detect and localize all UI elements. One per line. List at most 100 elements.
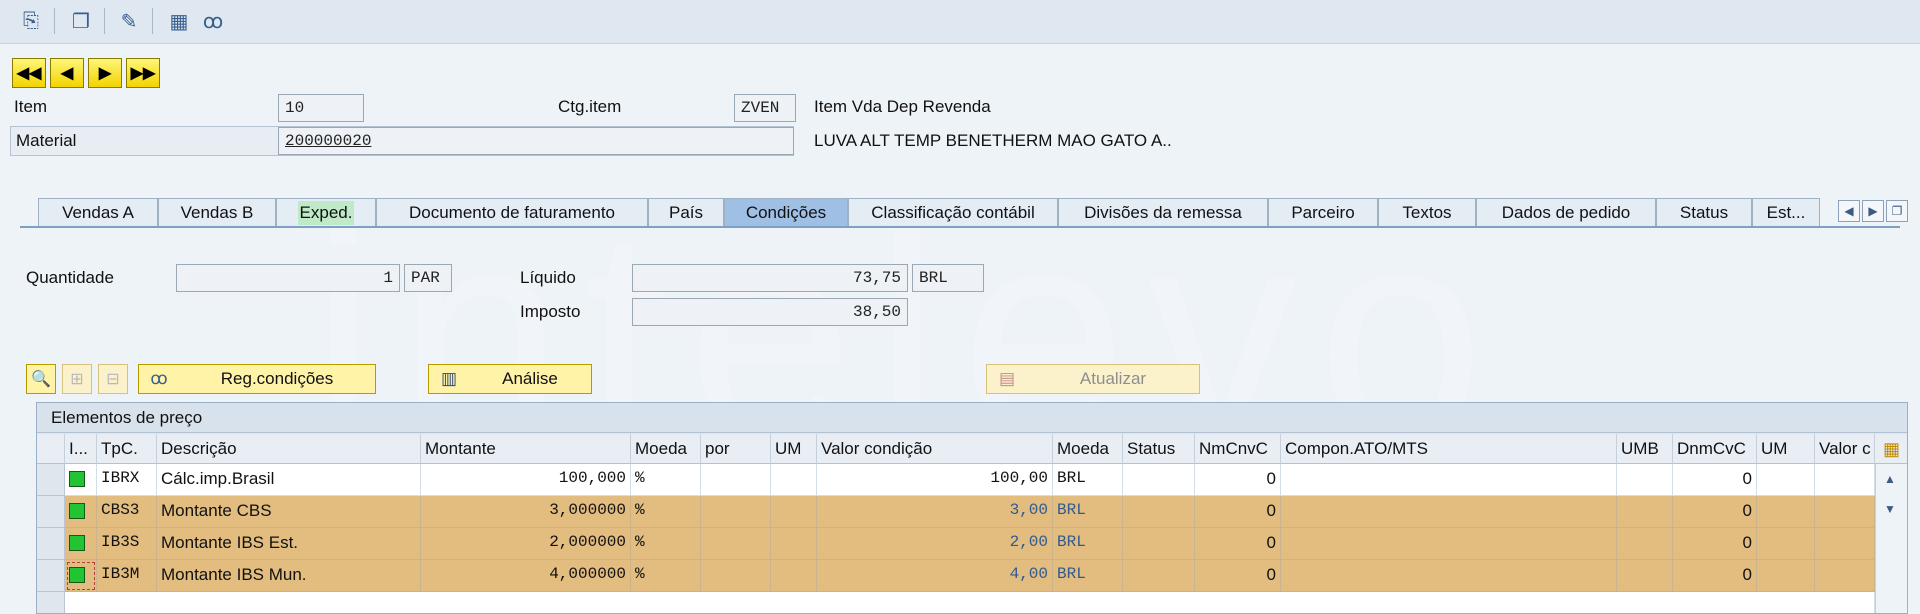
column-header[interactable]: UMB: [1617, 434, 1673, 464]
condition-type-cell[interactable]: IB3M: [97, 560, 157, 592]
column-header[interactable]: TpC.: [97, 434, 157, 464]
tab-exped[interactable]: Exped.: [276, 198, 376, 226]
tab-vendas-b[interactable]: Vendas B: [158, 198, 276, 226]
tab-divisoes-remessa[interactable]: Divisões da remessa: [1058, 198, 1268, 226]
table-row[interactable]: IB3S Montante IBS Est. 2,000000 % 2,00 B…: [37, 528, 1875, 560]
calculator-icon[interactable]: ▦: [164, 6, 194, 36]
copy-doc-icon[interactable]: ⎘: [16, 6, 46, 36]
amount-cell[interactable]: 3,000000: [421, 496, 631, 528]
condition-detail-icon[interactable]: 🔍: [26, 364, 56, 394]
amount-cell[interactable]: 2,000000: [421, 528, 631, 560]
table-row[interactable]: IBRX Cálc.imp.Brasil 100,000 % 100,00 BR…: [37, 464, 1875, 496]
tab-scroll-right-icon[interactable]: ▶: [1862, 200, 1884, 222]
atualizar-button[interactable]: ▤ Atualizar: [986, 364, 1200, 394]
amount-cell[interactable]: 4,000000: [421, 560, 631, 592]
liquido-currency-field[interactable]: BRL: [912, 264, 984, 292]
column-header[interactable]: NmCnvC: [1195, 434, 1281, 464]
column-header[interactable]: UM: [771, 434, 817, 464]
row-selector[interactable]: [37, 464, 65, 496]
tab-est[interactable]: Est...: [1752, 198, 1820, 226]
column-header[interactable]: UM: [1757, 434, 1815, 464]
tab-strip-line: [20, 226, 1900, 228]
prev-item-button[interactable]: ◀: [50, 58, 84, 88]
ctg-item-field[interactable]: ZVEN: [734, 94, 796, 122]
next-item-button[interactable]: ▶: [88, 58, 122, 88]
per-cell[interactable]: [701, 496, 771, 528]
condition-value-cell: 4,00: [817, 560, 1053, 592]
quantidade-field[interactable]: 1: [176, 264, 400, 292]
glasses-icon[interactable]: ꝏ: [198, 6, 228, 36]
edit-doc-icon[interactable]: ✎: [114, 6, 144, 36]
scroll-up-icon[interactable]: ▲: [1884, 472, 1896, 486]
table-row[interactable]: [37, 592, 1875, 613]
currency-cell[interactable]: %: [631, 496, 701, 528]
column-header[interactable]: I...: [65, 434, 97, 464]
row-selector-header[interactable]: [37, 434, 65, 464]
tab-list-icon[interactable]: ❐: [1886, 200, 1908, 222]
column-header[interactable]: por: [701, 434, 771, 464]
last-item-button[interactable]: ▶▶: [126, 58, 160, 88]
material-label: Material: [16, 131, 77, 150]
display-doc-icon[interactable]: ❐: [66, 6, 96, 36]
tab-classificacao-contabil[interactable]: Classificação contábil: [848, 198, 1058, 226]
column-header[interactable]: Descrição: [157, 434, 421, 464]
condition-type-cell[interactable]: IBRX: [97, 464, 157, 496]
per-cell[interactable]: [701, 528, 771, 560]
first-item-button[interactable]: ◀◀: [12, 58, 46, 88]
table-row[interactable]: CBS3 Montante CBS 3,000000 % 3,00 BRL 0 …: [37, 496, 1875, 528]
condition-type-cell[interactable]: IB3S: [97, 528, 157, 560]
material-field[interactable]: 200000020: [278, 127, 794, 155]
tab-parceiro[interactable]: Parceiro: [1268, 198, 1378, 226]
row-selector[interactable]: [37, 528, 65, 560]
insert-row-icon[interactable]: ⊞: [62, 364, 92, 394]
tab-textos[interactable]: Textos: [1378, 198, 1476, 226]
column-header[interactable]: Moeda: [1053, 434, 1123, 464]
currency-cell[interactable]: %: [631, 528, 701, 560]
atualizar-label: Atualizar: [1079, 369, 1147, 388]
um-cell[interactable]: [771, 560, 817, 592]
column-header[interactable]: DnmCvC: [1673, 434, 1757, 464]
um-cell[interactable]: [771, 464, 817, 496]
um-cell: [1757, 560, 1815, 592]
column-header[interactable]: Status: [1123, 434, 1195, 464]
description-cell: Montante IBS Mun.: [157, 560, 421, 592]
scroll-down-icon[interactable]: ▼: [1884, 502, 1896, 516]
row-selector[interactable]: [37, 560, 65, 592]
ctg-item-label: Ctg.item: [558, 97, 622, 116]
row-selector[interactable]: [37, 592, 65, 613]
tab-pais[interactable]: País: [648, 198, 724, 226]
column-header[interactable]: Moeda: [631, 434, 701, 464]
um-cell[interactable]: [771, 528, 817, 560]
tab-vendas-a[interactable]: Vendas A: [38, 198, 158, 226]
reg-condicoes-button[interactable]: ꝏ Reg.condições: [138, 364, 376, 394]
currency-cell[interactable]: %: [631, 464, 701, 496]
analise-button[interactable]: ▥ Análise: [428, 364, 592, 394]
liquido-field[interactable]: 73,75: [632, 264, 908, 292]
per-cell[interactable]: [701, 464, 771, 496]
tab-documento-faturamento[interactable]: Documento de faturamento: [376, 198, 648, 226]
um-cell[interactable]: [771, 496, 817, 528]
currency-cell[interactable]: %: [631, 560, 701, 592]
imposto-field[interactable]: 38,50: [632, 298, 908, 326]
column-header[interactable]: Compon.ATO/MTS: [1281, 434, 1617, 464]
item-field[interactable]: 10: [278, 94, 364, 122]
per-cell[interactable]: [701, 560, 771, 592]
delete-row-icon[interactable]: ⊟: [98, 364, 128, 394]
column-header[interactable]: Montante: [421, 434, 631, 464]
tab-exped-label: Exped.: [297, 200, 355, 225]
grid-vertical-scrollbar[interactable]: ▲ ▼: [1875, 464, 1907, 613]
condition-type-cell[interactable]: CBS3: [97, 496, 157, 528]
tab-dados-pedido[interactable]: Dados de pedido: [1476, 198, 1656, 226]
table-row[interactable]: IB3M Montante IBS Mun. 4,000000 % 4,00 B…: [37, 560, 1875, 592]
quantidade-unit-field[interactable]: PAR: [404, 264, 452, 292]
column-settings-icon[interactable]: ▦: [1875, 434, 1907, 464]
tab-scroll-left-icon[interactable]: ◀: [1838, 200, 1860, 222]
compon-cell: [1281, 496, 1617, 528]
amount-cell[interactable]: 100,000: [421, 464, 631, 496]
tab-status[interactable]: Status: [1656, 198, 1752, 226]
row-selector[interactable]: [37, 496, 65, 528]
column-header[interactable]: Valor condição: [817, 434, 1053, 464]
reg-condicoes-label: Reg.condições: [220, 369, 334, 388]
tab-condicoes[interactable]: Condições: [724, 198, 848, 226]
column-header[interactable]: Valor c: [1815, 434, 1875, 464]
